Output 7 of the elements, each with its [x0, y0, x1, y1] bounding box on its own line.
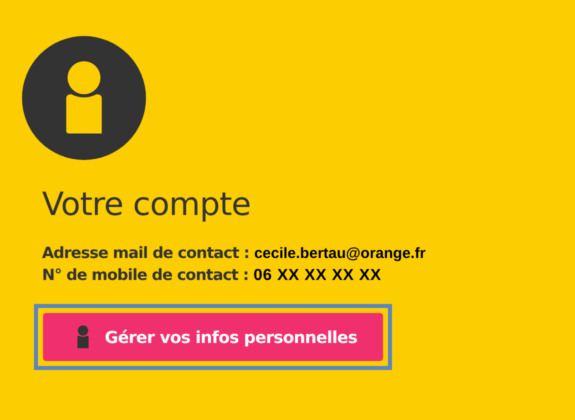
email-value: cecile.bertau@orange.fr [254, 245, 426, 262]
field-label: Adresse mail de contact : [42, 244, 250, 262]
phone-value: 06 XX XX XX XX [254, 267, 382, 285]
field-label: N° de mobile de contact : [42, 266, 248, 284]
page-title: Votre compte [42, 184, 252, 224]
person-icon [74, 325, 91, 349]
manage-info-button[interactable]: Gérer vos infos personnelles [43, 313, 383, 361]
